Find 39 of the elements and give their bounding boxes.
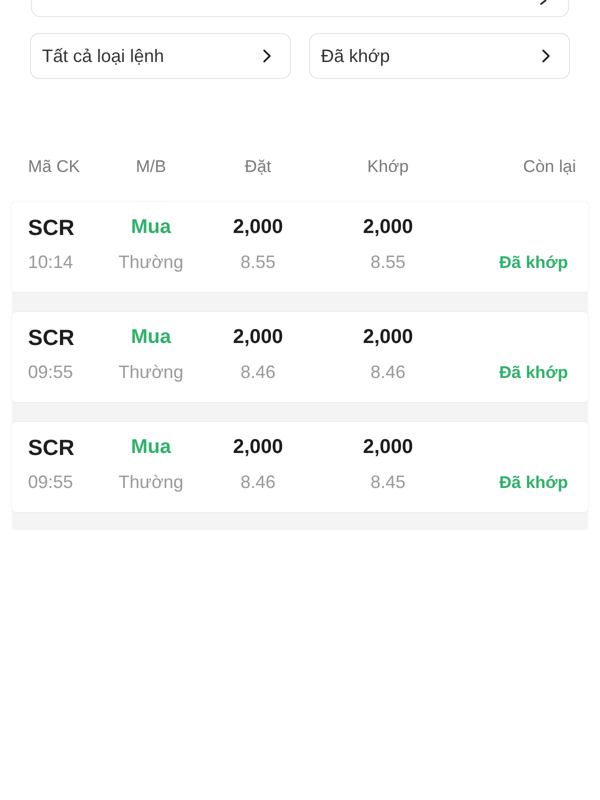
order-type: Thường <box>118 362 184 382</box>
stock-symbol: SCR <box>28 434 74 460</box>
matched-quantity: 2,000 <box>362 216 414 238</box>
order-time: 09:55 <box>28 472 74 492</box>
matched-price: 8.45 <box>370 472 406 492</box>
order-card[interactable]: SCR Mua 2,000 2,000 09:55 Thường 8.46 8.46 Đã khớp <box>12 312 588 402</box>
order-time: 09:55 <box>28 362 74 382</box>
matched-quantity: 2,000 <box>362 436 414 458</box>
order-status: Đã khớp <box>499 472 568 492</box>
order-price: 8.46 <box>240 472 276 492</box>
order-price: 8.55 <box>240 252 276 272</box>
filter-dropdown[interactable]: Đã khớp <box>309 33 570 79</box>
column-header: M/B <box>136 157 166 176</box>
matched-price: 8.46 <box>370 362 406 382</box>
matched-quantity: 2,000 <box>362 326 414 348</box>
select-field[interactable] <box>31 0 569 17</box>
order-status: Đã khớp <box>499 252 568 272</box>
order-side: Mua <box>131 436 171 458</box>
matched-price: 8.55 <box>370 252 406 272</box>
order-type: Thường <box>118 472 184 492</box>
order-side: Mua <box>131 326 171 348</box>
column-header: Đặt <box>244 157 272 176</box>
column-header: Còn lại <box>523 157 576 176</box>
chevron-icon <box>540 0 547 5</box>
order-card[interactable]: SCR Mua 2,000 2,000 10:14 Thường 8.55 8.55 Đã khớp <box>12 202 588 292</box>
order-card[interactable]: SCR Mua 2,000 2,000 09:55 Thường 8.46 8.45 Đã khớp <box>12 422 588 512</box>
order-time: 10:14 <box>28 252 74 272</box>
order-price: 8.46 <box>240 362 276 382</box>
order-quantity: 2,000 <box>232 436 284 458</box>
column-header: Mã CK <box>28 157 80 176</box>
stock-symbol: SCR <box>28 214 74 240</box>
order-side: Mua <box>131 216 171 238</box>
order-quantity: 2,000 <box>232 216 284 238</box>
order-type: Thường <box>118 252 184 272</box>
order-quantity: 2,000 <box>232 326 284 348</box>
filter-dropdown[interactable]: Tất cả loại lệnh <box>30 33 291 79</box>
order-status: Đã khớp <box>499 362 568 382</box>
stock-symbol: SCR <box>28 324 74 350</box>
column-header: Khớp <box>367 157 409 176</box>
